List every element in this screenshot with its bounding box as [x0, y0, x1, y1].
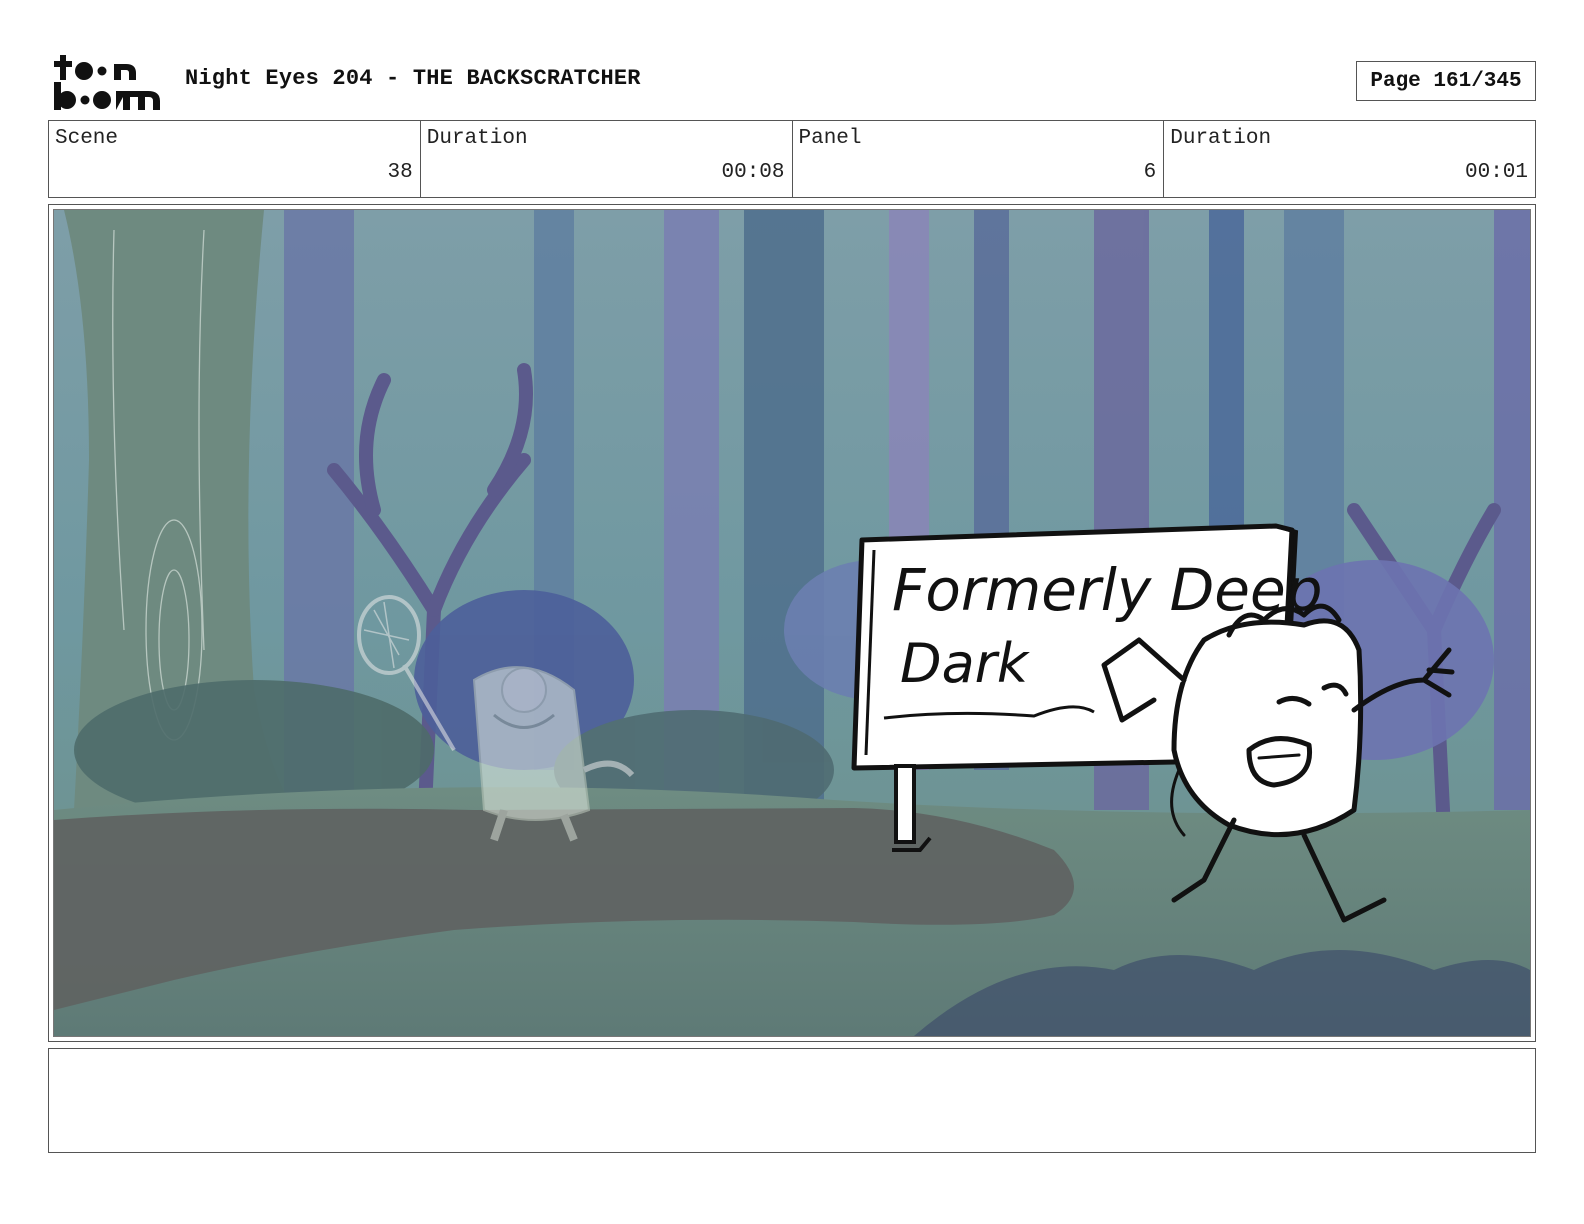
panel-duration-value: 00:01	[1464, 161, 1528, 184]
page-number: Page 161/345	[1356, 61, 1536, 101]
storyboard-page: Night Eyes 204 - THE BACKSCRATCHER Page …	[0, 0, 1584, 1224]
scene-info-table: Scene 38 Duration 00:08 Panel 6 Duration…	[48, 120, 1536, 198]
sign-line-2: Dark	[900, 632, 1031, 695]
storyboard-panel-image: Formerly Deep Dark	[53, 209, 1531, 1037]
scene-value: 38	[387, 161, 413, 184]
scene-duration-value: 00:08	[721, 161, 785, 184]
panel-label: Panel	[798, 127, 862, 150]
panel-notes-box	[48, 1048, 1536, 1153]
panel-value: 6	[1143, 161, 1157, 184]
scene-cell: Scene 38	[49, 121, 421, 197]
panel-duration-cell: Duration 00:01	[1164, 121, 1535, 197]
panel-frame: Formerly Deep Dark	[48, 204, 1536, 1042]
toon-boom-logo	[52, 52, 164, 112]
panel-cell: Panel 6	[793, 121, 1165, 197]
scene-duration-cell: Duration 00:08	[421, 121, 793, 197]
panel-duration-label: Duration	[1170, 127, 1272, 150]
document-title: Night Eyes 204 - THE BACKSCRATCHER	[185, 66, 641, 91]
scene-duration-label: Duration	[426, 127, 528, 150]
scene-label: Scene	[55, 127, 119, 150]
